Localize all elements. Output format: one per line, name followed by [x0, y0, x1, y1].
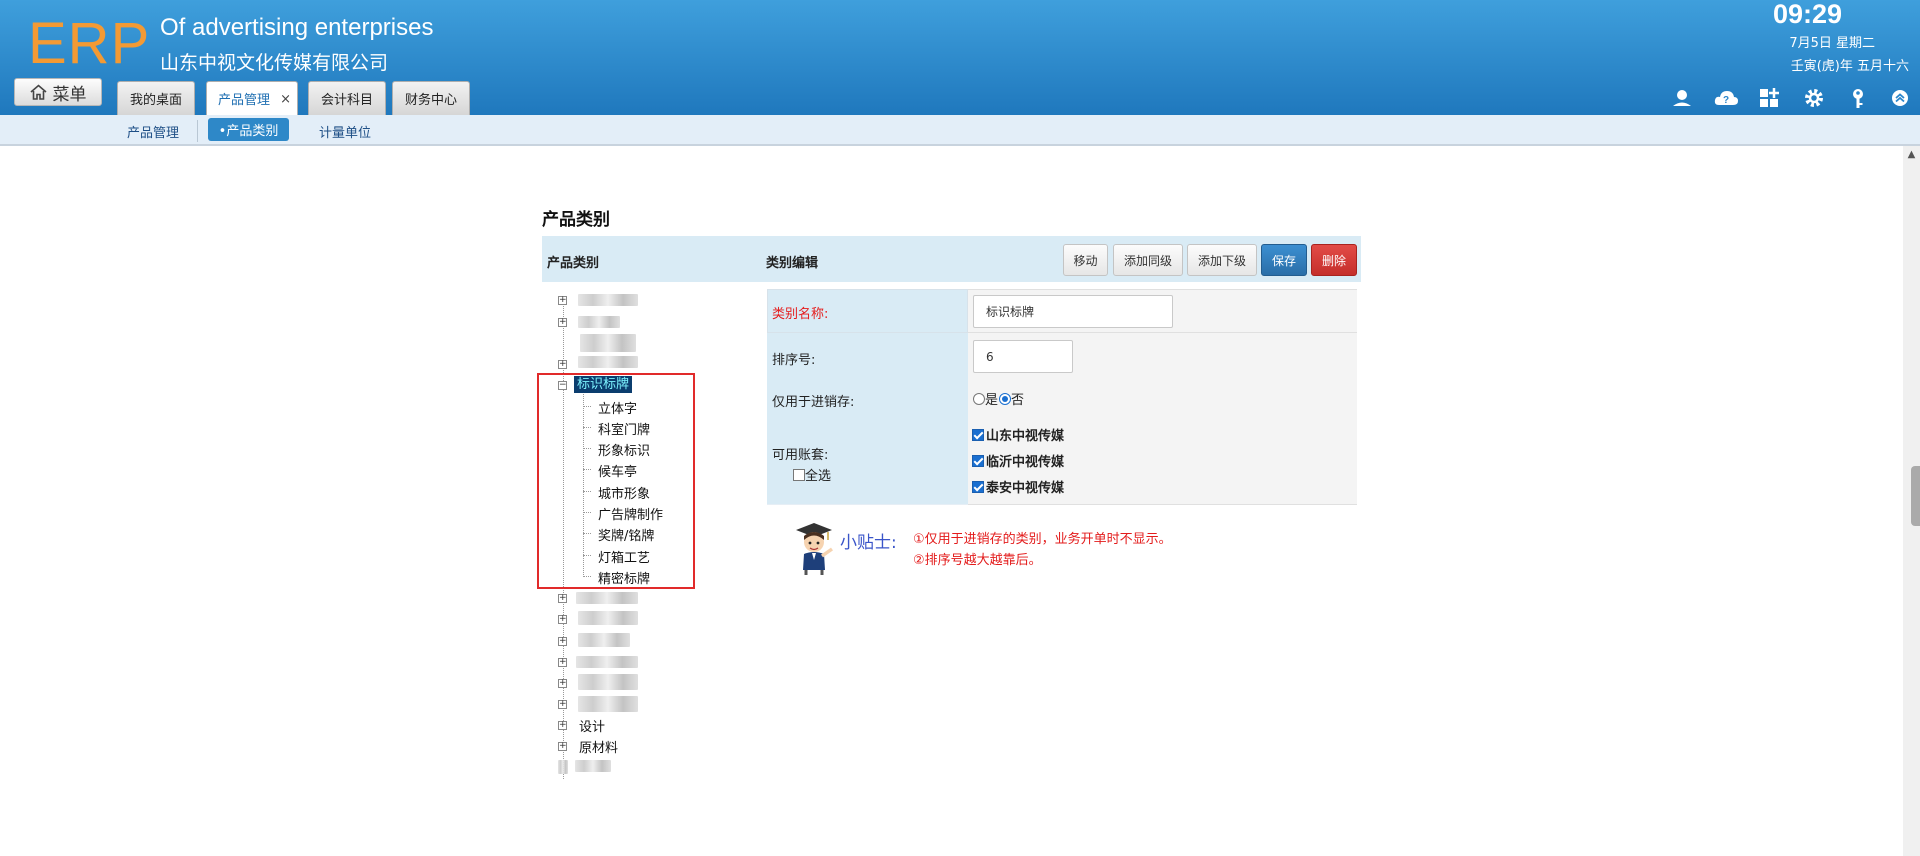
lunar-date-text: 壬寅(虎)年 五月十六: [1790, 59, 1909, 74]
tab-finance-center[interactable]: 财务中心: [392, 81, 470, 115]
move-button[interactable]: 移动: [1063, 244, 1108, 276]
tree-node-obscured[interactable]: [578, 633, 630, 647]
tree-expand-icon[interactable]: +: [558, 615, 567, 624]
inventory-no-radio[interactable]: [999, 392, 1012, 405]
inventory-no-label: 否: [1011, 393, 1025, 408]
vertical-scrollbar[interactable]: ▲: [1903, 146, 1920, 856]
account-checkbox[interactable]: [972, 454, 984, 467]
gear-icon[interactable]: [1802, 86, 1826, 110]
category-name-input[interactable]: 标识标牌: [973, 295, 1173, 328]
erp-logo: ERP: [28, 11, 151, 76]
tree-expand-icon[interactable]: +: [558, 360, 567, 369]
menu-button[interactable]: 菜单: [14, 78, 102, 106]
tab-accounting-subjects[interactable]: 会计科目: [308, 81, 386, 115]
tree-node-obscured[interactable]: [576, 592, 638, 604]
user-icon[interactable]: [1670, 86, 1694, 110]
select-all-option[interactable]: 全选: [793, 465, 831, 484]
account-option[interactable]: 临沂中视传媒: [972, 451, 1064, 470]
date-text: 7月5日 星期二: [1789, 36, 1875, 51]
tree-node-obscured[interactable]: [578, 356, 638, 368]
account-label: 临沂中视传媒: [986, 455, 1065, 470]
account-label: 泰安中视传媒: [986, 481, 1065, 496]
tip-line: ①仅用于进销存的类别，业务开单时不显示。: [913, 532, 1172, 547]
category-name-label: 类别名称:: [772, 307, 829, 322]
company-name-cn: 山东中视文化传媒有限公司: [160, 52, 389, 74]
collapse-up-icon[interactable]: [1888, 86, 1912, 110]
tree-expand-icon[interactable]: +: [558, 721, 567, 730]
close-icon[interactable]: ×: [280, 92, 291, 107]
tree-expand-icon[interactable]: +: [558, 594, 567, 603]
tree-node-obscured[interactable]: [578, 294, 638, 306]
tab-label: 会计科目: [320, 93, 373, 108]
grid-add-icon[interactable]: [1757, 86, 1781, 110]
menu-label: 菜单: [52, 84, 87, 105]
tree-expand-icon[interactable]: +: [558, 658, 567, 667]
tree-expand-icon[interactable]: +: [558, 742, 567, 751]
subnav-product-category[interactable]: •产品类别: [208, 118, 289, 141]
account-label: 山东中视传媒: [986, 429, 1065, 444]
tab-label: 我的桌面: [129, 93, 182, 108]
tree-node-obscured[interactable]: [578, 696, 638, 712]
page-title: 产品类别: [542, 210, 610, 230]
tree-expand-icon[interactable]: +: [558, 637, 567, 646]
account-option[interactable]: 山东中视传媒: [972, 425, 1064, 444]
add-sibling-button[interactable]: 添加同级: [1113, 244, 1183, 276]
subnav-divider: [197, 120, 198, 142]
tree-node-obscured[interactable]: [576, 656, 638, 668]
clock-time: 09:29: [1772, 0, 1842, 29]
highlight-annotation-box: [537, 373, 695, 589]
available-accounts-label: 可用账套:: [772, 448, 829, 463]
subnav-product-management[interactable]: 产品管理: [127, 122, 179, 141]
home-icon: [29, 84, 47, 100]
tab-label: 财务中心: [404, 93, 457, 108]
add-child-button[interactable]: 添加下级: [1187, 244, 1257, 276]
select-all-checkbox[interactable]: [793, 468, 805, 481]
edit-panel-title: 类别编辑: [766, 256, 819, 271]
select-all-label: 全选: [805, 469, 832, 484]
account-checkbox[interactable]: [972, 480, 984, 493]
scroll-up-icon[interactable]: ▲: [1903, 146, 1920, 163]
tree-expand-icon[interactable]: +: [558, 700, 567, 709]
tab-product-management[interactable]: 产品管理 ×: [206, 81, 298, 115]
tip-line: ②排序号越大越靠后。: [913, 553, 1042, 568]
tree-root-node[interactable]: 设计: [579, 716, 605, 735]
sort-order-input[interactable]: 6: [973, 340, 1073, 373]
tree-expand-icon[interactable]: +: [558, 318, 567, 327]
subnav-unit-of-measure[interactable]: 计量单位: [319, 122, 371, 141]
tree-expand-icon[interactable]: +: [558, 679, 567, 688]
inventory-only-radio-group: 是 否: [973, 389, 1024, 408]
tree-node-obscured[interactable]: [578, 316, 620, 328]
tips-title: 小贴士:: [840, 533, 897, 553]
tree-node-obscured[interactable]: [575, 760, 611, 772]
account-checkbox[interactable]: [972, 428, 984, 441]
inventory-only-label: 仅用于进销存:: [772, 395, 855, 410]
tree-node-obscured[interactable]: [578, 611, 638, 625]
svg-text:?: ?: [1723, 95, 1729, 106]
tree-node-obscured[interactable]: [578, 674, 638, 690]
company-name-en: Of advertising enterprises: [160, 14, 434, 41]
tree-root-node[interactable]: 原材料: [579, 737, 618, 756]
tab-my-desktop[interactable]: 我的桌面: [117, 81, 195, 115]
cloud-help-icon[interactable]: ?: [1713, 86, 1738, 110]
account-option[interactable]: 泰安中视传媒: [972, 477, 1064, 496]
inventory-yes-label: 是: [985, 393, 999, 408]
delete-button[interactable]: 删除: [1311, 244, 1357, 276]
save-button[interactable]: 保存: [1261, 244, 1307, 276]
tree-panel-title: 产品类别: [547, 256, 600, 271]
tree-node-obscured[interactable]: [558, 760, 568, 774]
graduate-mascot-icon: [792, 520, 836, 576]
inventory-yes-radio[interactable]: [973, 392, 985, 405]
tab-label: 产品管理: [217, 93, 270, 108]
key-icon[interactable]: [1846, 86, 1870, 110]
sort-order-label: 排序号:: [772, 353, 816, 368]
tree-expand-icon[interactable]: +: [558, 296, 567, 305]
scrollbar-thumb[interactable]: [1911, 466, 1920, 526]
tree-node-obscured[interactable]: [580, 334, 636, 352]
